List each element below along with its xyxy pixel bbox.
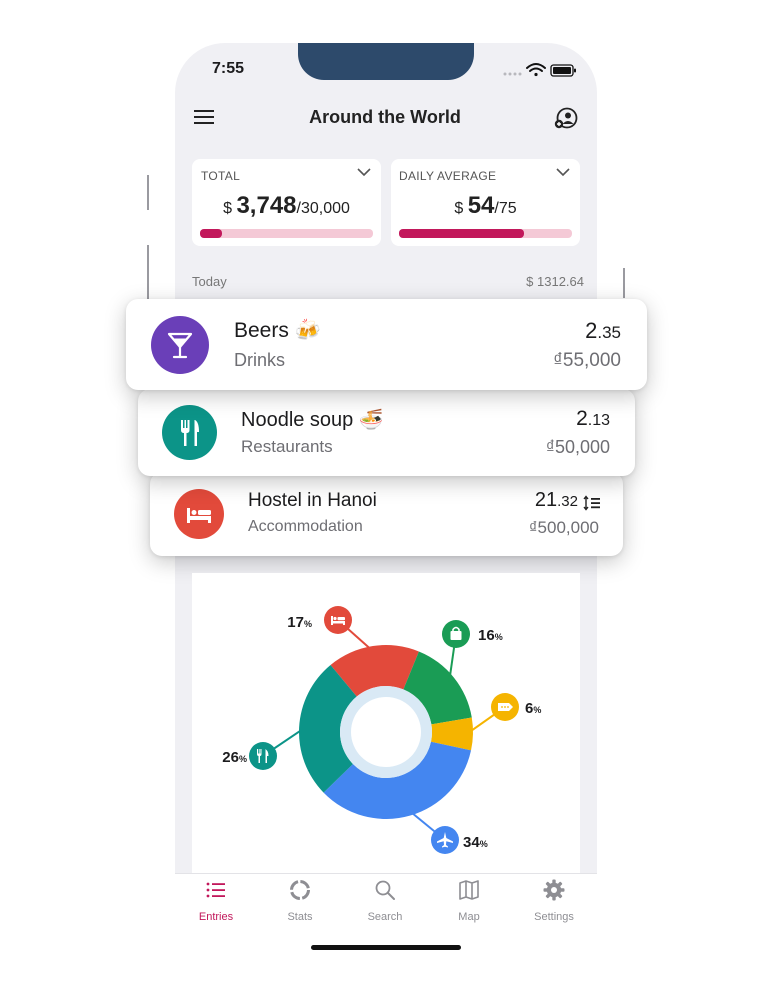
section-day-label: Today (192, 274, 227, 289)
split-list-icon (583, 495, 600, 511)
tab-settings[interactable]: Settings (512, 878, 596, 923)
total-spent: 3,748 (236, 192, 297, 219)
tab-label: Stats (287, 911, 313, 923)
phone-notch (298, 43, 474, 80)
daily-progress-bar (399, 229, 524, 238)
add-traveller-icon[interactable] (554, 106, 578, 130)
phone-side-button-left-2 (147, 245, 149, 305)
wifi-icon (526, 63, 546, 77)
phone-side-button-left (147, 175, 149, 210)
list-icon (206, 882, 225, 898)
menu-icon[interactable] (193, 108, 215, 126)
pie-percent-label: 17% (287, 614, 312, 631)
entry-amount-fraction: .32 (557, 493, 578, 510)
bed-icon (324, 606, 352, 634)
daily-currency: $ (454, 200, 464, 217)
status-icons (503, 63, 576, 77)
battery-icon (550, 64, 576, 77)
map-icon (459, 880, 479, 900)
entry-name: Beers 🍻 (234, 319, 321, 342)
search-icon (375, 880, 395, 900)
chevron-down-icon[interactable] (357, 167, 371, 177)
category-pie-chart: 17%16%6%34%26% (222, 606, 541, 854)
donut-hole (351, 697, 421, 767)
entry-local-amount: ₫55,000 (553, 350, 621, 371)
status-time: 7:55 (212, 60, 245, 77)
pie-percent-value: 34 (463, 834, 480, 851)
daily-spent: 54 (467, 192, 495, 219)
airplane-icon (431, 826, 459, 854)
category-icon-drinks (151, 316, 209, 374)
pie-percent-value: 16 (478, 627, 495, 644)
entry-amount-fraction: .35 (597, 323, 621, 342)
pie-percent-label: 16% (478, 627, 503, 644)
tab-map[interactable]: Map (427, 878, 511, 923)
daily-budget: /75 (494, 200, 517, 217)
tag-icon (491, 693, 519, 721)
pie-percent-value: 6 (525, 700, 533, 717)
entry-amount-whole: 2 (576, 407, 588, 430)
category-icon-accommodation (174, 489, 224, 539)
pie-percent-unit: % (480, 839, 488, 849)
tab-label: Settings (534, 911, 574, 923)
page-title: Around the World (309, 107, 461, 127)
section-day-total: $ 1312.64 (526, 274, 584, 289)
cocktail-icon (167, 332, 193, 359)
home-indicator (311, 945, 461, 950)
tab-entries[interactable]: Entries (174, 878, 258, 923)
total-currency: $ (223, 200, 232, 217)
entry-category: Accommodation (248, 518, 363, 535)
category-icon-restaurants (162, 405, 217, 460)
entry-row-hostel[interactable]: Hostel in Hanoi Accommodation 21.32 ₫500… (150, 472, 623, 556)
pie-percent-value: 17 (287, 614, 304, 631)
shopping-bag-icon (442, 620, 470, 648)
pie-percent-label: 6% (525, 700, 541, 717)
fork-knife-icon (181, 420, 199, 446)
entry-category: Restaurants (241, 437, 333, 456)
fork-knife-icon (249, 742, 277, 770)
pie-percent-unit: % (495, 632, 503, 642)
total-label: TOTAL (201, 169, 241, 183)
pie-percent-value: 26 (222, 749, 239, 766)
pie-percent-unit: % (304, 619, 312, 629)
tab-search[interactable]: Search (343, 878, 427, 923)
entry-amount-fraction: .13 (587, 412, 610, 429)
gear-icon (543, 879, 565, 901)
tab-label: Map (458, 911, 480, 923)
entry-amount-whole: 2 (585, 318, 598, 343)
total-budget: /30,000 (296, 200, 350, 217)
signal-icon (503, 72, 522, 76)
pie-percent-unit: % (239, 754, 247, 764)
entry-category: Drinks (234, 350, 286, 370)
bed-icon (187, 508, 211, 523)
entry-name: Hostel in Hanoi (248, 490, 377, 511)
pie-percent-label: 34% (463, 834, 488, 851)
entry-amount: 21.32 (450, 489, 578, 512)
tab-stats[interactable]: Stats (258, 878, 342, 923)
tab-label: Search (367, 911, 403, 923)
entry-row-beers[interactable]: Beers 🍻 Drinks 2.35 ₫55,000 (126, 299, 647, 390)
entry-amount-whole: 21 (534, 489, 558, 511)
daily-average-label: DAILY AVERAGE (399, 169, 497, 183)
entry-amount: 2.35 (466, 318, 621, 344)
entry-name: Noodle soup 🍜 (241, 409, 384, 431)
entry-local-amount: ₫500,000 (528, 518, 599, 537)
entry-row-noodle-soup[interactable]: Noodle soup 🍜 Restaurants 2.13 ₫50,000 (138, 389, 635, 476)
entry-local-amount: ₫50,000 (545, 437, 610, 457)
total-progress-track (200, 229, 373, 238)
entry-amount: 2.13 (468, 407, 610, 431)
pie-percent-label: 26% (222, 749, 247, 766)
ring-chart-icon (290, 880, 310, 900)
phone-side-button-right (623, 268, 625, 298)
total-amount: $ 3,748/30,000 (192, 192, 381, 220)
total-progress-bar (200, 229, 222, 238)
chevron-down-icon[interactable] (556, 167, 570, 177)
daily-average-amount: $ 54/75 (391, 192, 580, 220)
tab-label: Entries (198, 911, 234, 923)
pie-percent-unit: % (533, 705, 541, 715)
